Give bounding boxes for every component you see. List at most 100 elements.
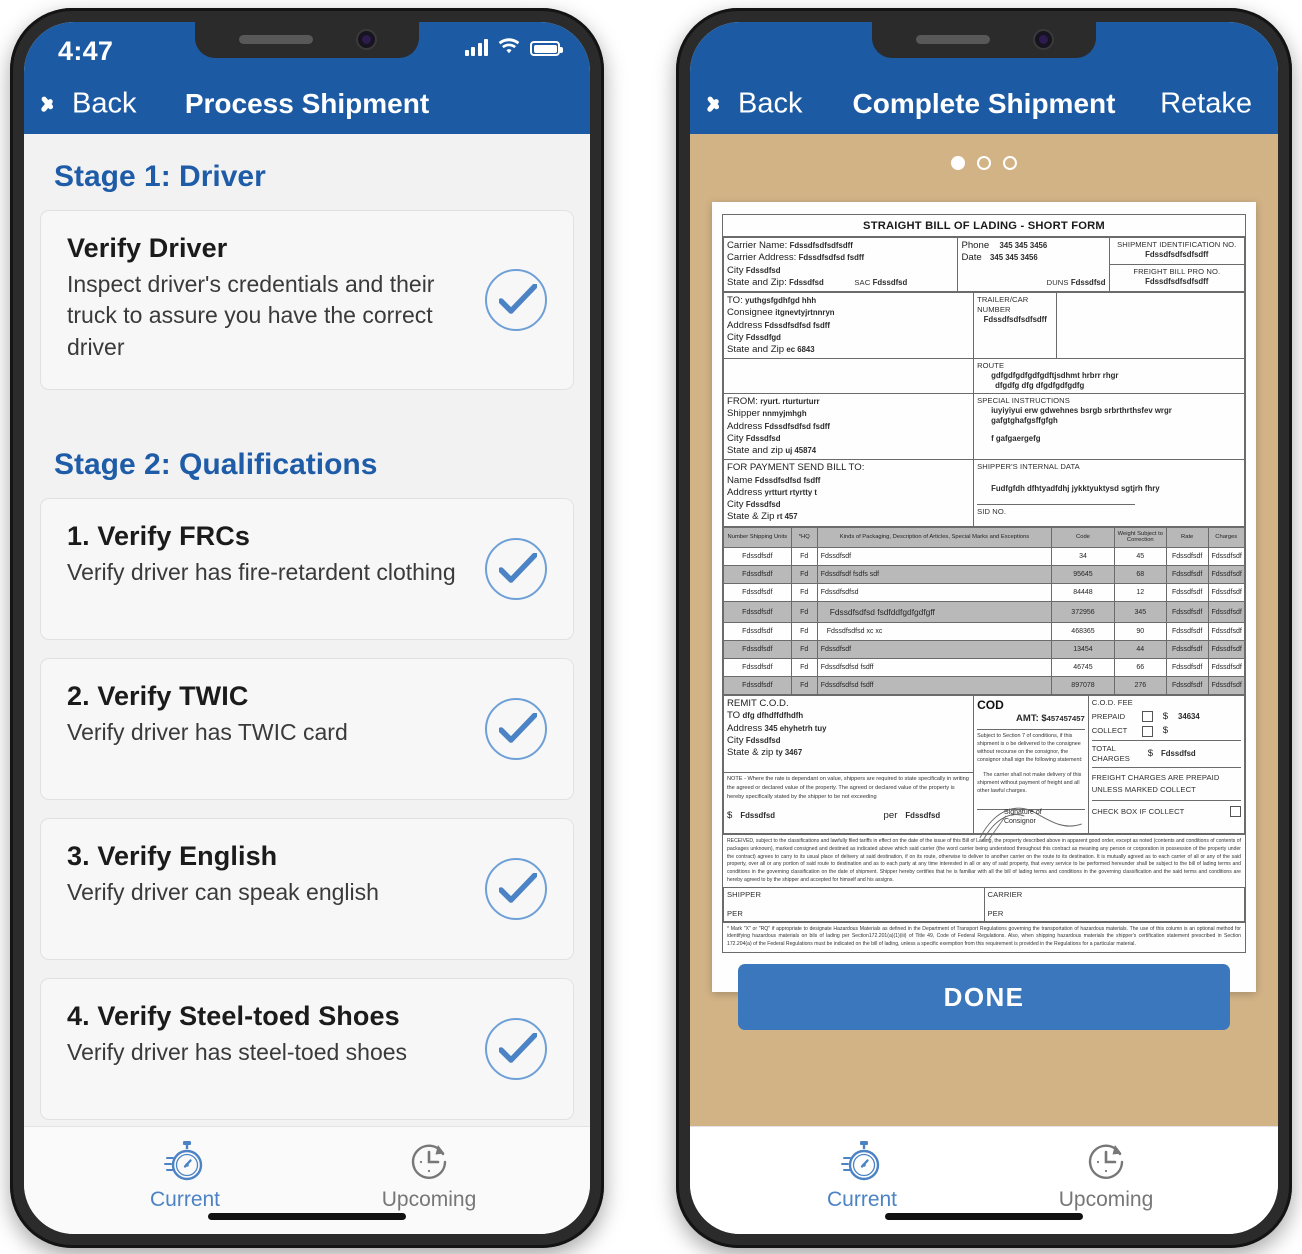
from-label: FROM:	[727, 396, 758, 408]
remit-to-value: dfg dfhdffdfhdfh	[742, 711, 804, 721]
note-block: NOTE - Where the rate is dependant on va…	[722, 772, 975, 835]
cell-code: 468365	[1051, 622, 1115, 642]
remit-city-value: Fdssdfsd	[745, 735, 781, 745]
carrier-name-label: Carrier Name:	[727, 240, 788, 251]
to-city-label: City	[727, 331, 744, 343]
cell-hq: Fd	[790, 601, 818, 624]
table-row: Fdssdfsdf Fd Fdssdfsdfsd xc xc 468365 90 Fdss…	[723, 622, 1245, 642]
status-clock: 4:47	[58, 36, 114, 66]
internal-data-label: SHIPPER'S INTERNAL DATA	[977, 462, 1080, 472]
shipment-id-block: SHIPMENT IDENTIFICATION NO. Fdssdfsdfsdf…	[1108, 236, 1246, 266]
front-camera	[1035, 31, 1052, 48]
cell-weight: 44	[1113, 640, 1167, 660]
remit-state-value: ty 3467	[775, 748, 803, 758]
page-dot-3[interactable]	[1003, 156, 1017, 170]
earpiece-speaker	[239, 35, 313, 44]
cell-units: Fdssdfsdf	[723, 640, 792, 660]
cell-code: 46745	[1051, 658, 1115, 678]
cod-section: REMIT C.O.D. TO dfg dfhdffdfhdfh Address…	[722, 695, 1246, 842]
consignee-route-section: TO: yuthgsfgdhfgd hhh Consignee itgnevty…	[722, 292, 1245, 360]
clock-arrow-icon	[1031, 1137, 1181, 1185]
task-card-title: 3. Verify English	[67, 840, 278, 871]
payment-name-label: Name	[727, 474, 753, 486]
from-special-section: ROUTE gdfgdfgdfgdfgdftjsdhmt hrbrr rhgr …	[722, 358, 1245, 527]
to-label: TO:	[727, 295, 743, 307]
from-city-label: City	[727, 432, 744, 444]
cell-units: Fdssdfsdf	[723, 565, 792, 585]
total-value: Fdssdfsd	[1161, 749, 1196, 758]
page-dot-1[interactable]	[951, 156, 965, 170]
task-card-verify-english[interactable]: 3. Verify English Verify driver can spea…	[40, 817, 574, 960]
cell-hq: Fd	[790, 565, 818, 585]
cell-rate: Fdssdfsdf	[1165, 565, 1209, 585]
shipper-signature-block[interactable]: SHIPPER PER	[723, 887, 985, 922]
task-card-verify-twic[interactable]: 2. Verify TWIC Verify driver has TWIC ca…	[40, 657, 574, 800]
home-indicator[interactable]	[885, 1213, 1083, 1220]
shipment-id-label: SHIPMENT IDENTIFICATION NO.	[1117, 240, 1237, 249]
home-indicator[interactable]	[208, 1213, 406, 1220]
cod-fee-block: C.O.D. FEE PREPAID $ 34634 COLLECT $ TOT…	[1087, 695, 1246, 835]
cell-units: Fdssdfsdf	[723, 658, 792, 678]
cell-units: Fdssdfsdf	[723, 676, 792, 696]
shipper-label: SHIPPER	[727, 890, 762, 900]
check-circle-icon[interactable]	[485, 537, 547, 600]
carrier-section: Carrier Name: Fdssdfsdfsdfsdff Carrier A…	[722, 236, 1246, 293]
task-card-subtitle: Verify driver has TWIC card	[67, 718, 348, 745]
from-city-value: Fdssdfsd	[745, 433, 781, 443]
tab-upcoming-label: Upcoming	[1058, 1188, 1154, 1211]
tab-current-label: Current	[826, 1188, 898, 1211]
freight-pro-block: FREIGHT BILL PRO NO. Fdssdfsdfsdfsdff	[1108, 264, 1246, 293]
cell-charges: Fdssdfsdf	[1207, 565, 1245, 585]
captured-photo-preview[interactable]: STRAIGHT BILL OF LADING - SHORT FORM Car…	[690, 134, 1278, 1126]
left-tab-bar: Current Upcoming	[24, 1126, 590, 1234]
tab-current-label: Current	[149, 1188, 221, 1211]
notch	[872, 22, 1096, 58]
cell-code: 897078	[1051, 676, 1115, 696]
special-instructions-block: SPECIAL INSTRUCTIONS iuyiyiyui erw gdweh…	[973, 393, 1245, 461]
document-border: STRAIGHT BILL OF LADING - SHORT FORM Car…	[722, 214, 1246, 953]
check-circle-icon[interactable]	[485, 1017, 547, 1080]
collect-if-box-checkbox[interactable]	[1230, 805, 1241, 817]
check-circle-icon[interactable]	[485, 697, 547, 760]
payment-address-value: yrtturt rtyrtty t	[764, 487, 817, 497]
cell-weight: 345	[1113, 601, 1167, 624]
task-card-verify-frcs[interactable]: 1. Verify FRCs Verify driver has fire-re…	[40, 497, 574, 640]
trailer-block: TRAILER/CAR NUMBER Fdssdfsdfsdfsdff	[973, 292, 1058, 360]
cod-fee-label: C.O.D. FEE	[1091, 698, 1133, 708]
left-content-scroll[interactable]: Stage 1: Driver Verify Driver Inspect dr…	[24, 134, 590, 1126]
screenshot-root: 4:47 Back Process Shipment Stage 1: Driv…	[0, 0, 1302, 1254]
cell-desc: Fdssdfsdf	[816, 547, 1053, 567]
check-circle-icon[interactable]	[485, 857, 547, 920]
phone-left-screen: 4:47 Back Process Shipment Stage 1: Driv…	[24, 22, 590, 1234]
collect-checkbox[interactable]	[1141, 725, 1153, 737]
consignor-signature-area[interactable]: Signature of Consignor	[977, 807, 1085, 842]
cell-rate: Fdssdfsdf	[1165, 583, 1209, 603]
prepaid-checkbox[interactable]	[1141, 711, 1153, 723]
cell-rate: Fdssdfsdf	[1165, 601, 1209, 624]
check-circle-icon[interactable]	[485, 268, 547, 331]
duns-label: DUNS	[1046, 277, 1069, 287]
remit-block: REMIT C.O.D. TO dfg dfhdffdfhdfh Address…	[722, 695, 975, 774]
freight-pro-label: FREIGHT BILL PRO NO.	[1133, 267, 1221, 277]
task-card-verify-driver[interactable]: Verify Driver Inspect driver's credentia…	[40, 210, 574, 390]
cell-code: 372956	[1051, 601, 1115, 624]
cell-units: Fdssdfsdf	[723, 622, 792, 642]
carrier-state-value: Fdssdfsd	[789, 277, 824, 287]
page-dot-2[interactable]	[977, 156, 991, 170]
stopwatch-icon	[110, 1137, 260, 1185]
note-per-value: Fdssdfsd	[905, 811, 941, 821]
from-state-value: uj 45874	[785, 446, 817, 456]
internal-data-value: Fudfgfdh dfhtyadfdhj jykktyuktysd sgtjrh…	[991, 484, 1160, 494]
carrier-signature-block[interactable]: CARRIER PER	[983, 887, 1245, 922]
duns-value: Fdssdfsd	[1070, 277, 1106, 287]
cell-code: 34	[1051, 547, 1115, 567]
special-instructions-label: SPECIAL INSTRUCTIONS	[977, 396, 1070, 406]
phone-left: 4:47 Back Process Shipment Stage 1: Driv…	[10, 8, 604, 1248]
page-dots[interactable]	[951, 156, 1017, 170]
cell-charges: Fdssdfsdf	[1207, 622, 1245, 642]
task-card-verify-steel-toed-shoes[interactable]: 4. Verify Steel-toed Shoes Verify driver…	[40, 977, 574, 1120]
to-block: TO: yuthgsfgdhfgd hhh Consignee itgnevty…	[722, 292, 975, 360]
consignee-value: itgnevtyjrtnnryn	[775, 308, 835, 318]
retake-button[interactable]: Retake	[1160, 88, 1252, 121]
done-button[interactable]: DONE	[738, 964, 1230, 1030]
